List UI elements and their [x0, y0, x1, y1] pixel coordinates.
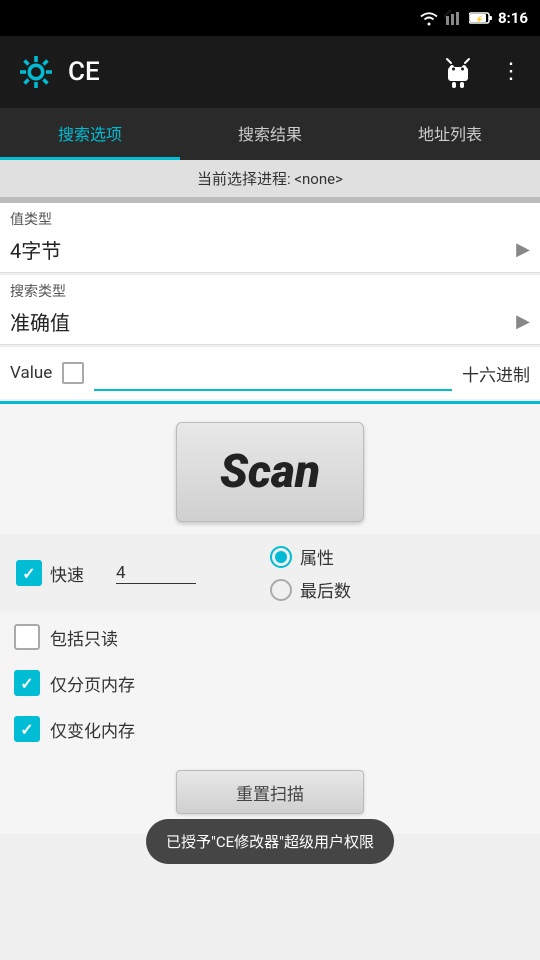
fast-value: 4 — [116, 563, 196, 584]
checkbox-changed-memory[interactable]: ✓ 仅变化内存 — [14, 706, 526, 752]
checkbox-paged-memory[interactable]: ✓ 仅分页内存 — [14, 660, 526, 706]
wifi-icon — [419, 10, 439, 26]
status-bar: ⚡ 8:16 — [0, 0, 540, 36]
toast: 已授予"CE修改器"超级用户权限 — [146, 819, 394, 864]
radio-last-num[interactable]: 最后数 — [270, 577, 524, 602]
radio-attribute-label: 属性 — [300, 544, 334, 569]
options-row: ✓ 快速 4 属性 最后数 — [0, 534, 540, 612]
value-input[interactable] — [94, 355, 452, 391]
value-type-section: 值类型 4字节 ▶ — [0, 203, 540, 273]
status-time: 8:16 — [498, 9, 528, 27]
scan-button-text: Scan — [220, 445, 320, 499]
value-label: Value — [10, 363, 52, 383]
checkboxes-section: 包括只读 ✓ 仅分页内存 ✓ 仅变化内存 — [0, 612, 540, 754]
search-type-dropdown[interactable]: 准确值 ▶ — [0, 303, 540, 345]
hex-label: 十六进制 — [462, 361, 530, 386]
scan-button[interactable]: Scan — [176, 422, 364, 522]
status-icons: ⚡ 8:16 — [419, 9, 528, 27]
value-type-label: 值类型 — [0, 203, 540, 231]
include-readonly-checkbox[interactable] — [14, 624, 40, 650]
paged-memory-label: 仅分页内存 — [50, 671, 135, 696]
app-title: CE — [68, 57, 428, 87]
fast-section: ✓ 快速 4 — [16, 560, 270, 586]
tab-search-results[interactable]: 搜索结果 — [180, 108, 360, 160]
search-type-label: 搜索类型 — [0, 275, 540, 303]
changed-memory-label: 仅变化内存 — [50, 717, 135, 742]
tab-address-list[interactable]: 地址列表 — [360, 108, 540, 160]
changed-memory-checkbox[interactable]: ✓ — [14, 716, 40, 742]
value-checkbox[interactable] — [62, 362, 84, 384]
radio-last-num-label: 最后数 — [300, 577, 351, 602]
tab-search-options[interactable]: 搜索选项 — [0, 108, 180, 160]
value-type-arrow-icon: ▶ — [516, 239, 530, 260]
fast-checkbox[interactable]: ✓ — [16, 560, 42, 586]
reset-button-text: 重置扫描 — [236, 780, 304, 805]
tab-bar: 搜索选项 搜索结果 地址列表 — [0, 108, 540, 160]
radio-group: 属性 最后数 — [270, 544, 524, 602]
radio-attribute-circle — [270, 546, 292, 568]
search-type-arrow-icon: ▶ — [516, 311, 530, 332]
battery-icon: ⚡ — [469, 11, 493, 25]
search-type-section: 搜索类型 准确值 ▶ — [0, 275, 540, 345]
scan-section: Scan — [0, 404, 540, 534]
svg-text:⚡: ⚡ — [475, 15, 484, 24]
radio-last-num-circle — [270, 579, 292, 601]
radio-attribute[interactable]: 属性 — [270, 544, 524, 569]
include-readonly-label: 包括只读 — [50, 625, 118, 650]
android-icon — [438, 52, 478, 92]
value-row: Value 十六进制 — [0, 347, 540, 399]
value-type-dropdown[interactable]: 4字节 ▶ — [0, 231, 540, 273]
reset-button[interactable]: 重置扫描 — [176, 770, 364, 814]
paged-memory-checkbox[interactable]: ✓ — [14, 670, 40, 696]
fast-label: 快速 — [50, 561, 84, 586]
process-label: 当前选择进程: <none> — [197, 170, 343, 188]
app-logo-icon — [14, 50, 58, 94]
checkbox-include-readonly[interactable]: 包括只读 — [14, 614, 526, 660]
process-bar[interactable]: 当前选择进程: <none> — [0, 160, 540, 197]
app-bar: CE ⋮ — [0, 36, 540, 108]
toast-text: 已授予"CE修改器"超级用户权限 — [166, 833, 374, 851]
signal-blocked-icon — [444, 10, 464, 26]
more-menu-icon[interactable]: ⋮ — [496, 57, 526, 87]
